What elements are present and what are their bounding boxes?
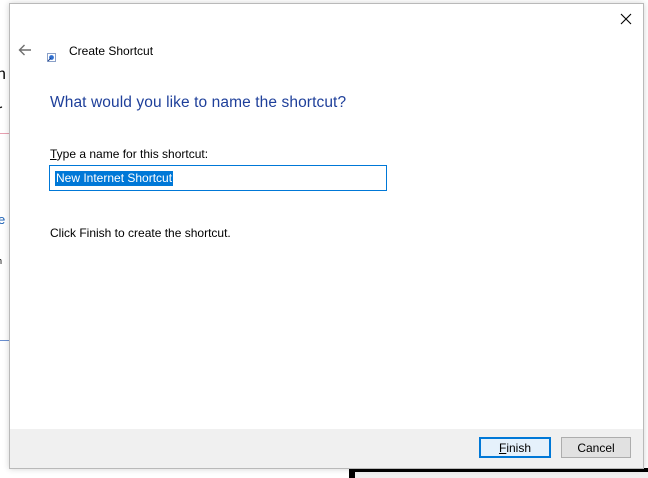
close-icon xyxy=(620,13,632,25)
background-text: n xyxy=(0,66,6,83)
back-button[interactable] xyxy=(16,41,34,59)
cancel-button[interactable]: Cancel xyxy=(561,437,631,458)
background-divider xyxy=(0,340,9,341)
finish-button[interactable]: Finish xyxy=(479,437,551,458)
dialog-title: Create Shortcut xyxy=(69,44,154,58)
label-text: ype a name for this shortcut: xyxy=(56,147,209,161)
background-window: n r e h xyxy=(0,0,9,478)
back-arrow-icon xyxy=(18,44,31,56)
shortcut-name-input[interactable]: New Internet Shortcut xyxy=(49,165,387,191)
finish-label: inish xyxy=(506,440,532,455)
create-shortcut-dialog: Create Shortcut What would you like to n… xyxy=(9,3,644,469)
page-heading: What would you like to name the shortcut… xyxy=(50,94,347,111)
background-text: e xyxy=(0,212,6,227)
dialog-header: Create Shortcut xyxy=(10,38,643,62)
instruction-text: Click Finish to create the shortcut. xyxy=(50,226,231,240)
internet-shortcut-icon xyxy=(47,49,56,62)
background-taskbar-edge-light xyxy=(355,472,648,478)
shortcut-name-label: Type a name for this shortcut: xyxy=(50,147,208,161)
selected-input-text: New Internet Shortcut xyxy=(55,170,174,186)
background-text: r xyxy=(0,102,2,120)
background-divider xyxy=(0,133,9,134)
close-button[interactable] xyxy=(611,6,641,32)
dialog-footer: Finish Cancel xyxy=(10,429,643,468)
finish-accelerator: F xyxy=(498,440,507,455)
background-text: h xyxy=(0,256,2,266)
label-accelerator: T xyxy=(50,147,57,161)
